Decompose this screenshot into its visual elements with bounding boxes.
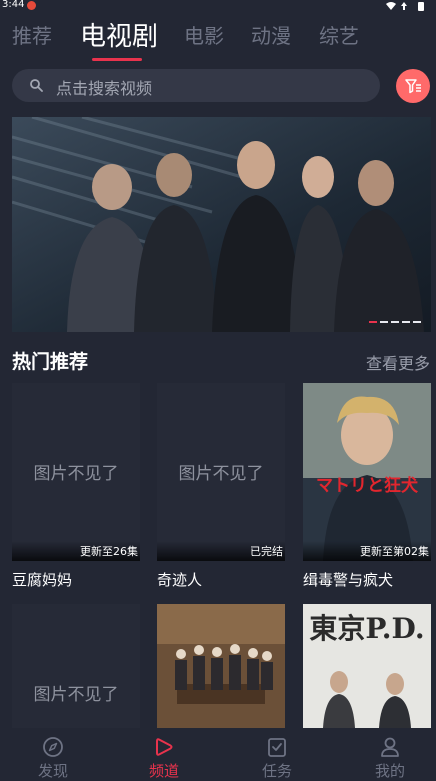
status-time: 3:44 <box>2 0 25 10</box>
poster-placeholder: 图片不见了 已完结 <box>157 383 285 561</box>
nav-label: 任务 <box>261 762 292 780</box>
missing-image-text: 图片不见了 <box>178 464 264 484</box>
category-tabs: 推荐 电视剧 电影 动漫 综艺 <box>0 14 436 61</box>
poster-title-art: マトリと狂犬 <box>316 475 419 496</box>
task-icon <box>268 738 286 757</box>
carousel-indicator <box>366 321 421 324</box>
missing-image-text: 图片不见了 <box>33 685 119 705</box>
carousel-dot[interactable] <box>380 321 388 323</box>
status-bar: 3:44 <box>0 0 436 12</box>
filter-button[interactable] <box>396 69 430 103</box>
tab-recommend[interactable]: 推荐 <box>12 20 52 49</box>
banner-carousel[interactable] <box>12 117 431 332</box>
tab-movies[interactable]: 电影 <box>184 20 224 49</box>
battery-icon <box>418 2 424 11</box>
episode-badge: 更新至26集 <box>80 545 138 558</box>
poster-artwork: 東京P.D. <box>303 604 431 728</box>
video-title: 缉毒警与疯犬 <box>303 571 394 589</box>
play-icon <box>156 738 173 756</box>
carousel-dot[interactable] <box>391 321 399 323</box>
video-title: 奇迹人 <box>157 571 203 589</box>
banner-image <box>12 117 431 332</box>
nav-discover[interactable]: 发现 <box>13 728 93 780</box>
nav-tasks[interactable]: 任务 <box>237 728 317 780</box>
episode-badge: 已完结 <box>250 545 283 558</box>
notification-icon <box>27 1 36 10</box>
search-bar[interactable]: 点击搜索视频 <box>12 69 380 102</box>
poster-image: マトリと狂犬 更新至第02集 <box>303 383 431 561</box>
nav-label: 我的 <box>374 762 405 780</box>
poster-placeholder: 图片不见了 <box>12 604 140 728</box>
active-tab-indicator <box>92 58 142 61</box>
carousel-dot[interactable] <box>402 321 410 323</box>
wifi-icon <box>386 2 396 10</box>
filter-icon <box>405 79 421 94</box>
tab-tv-series[interactable]: 电视剧 <box>80 16 158 53</box>
poster-artwork <box>157 604 285 728</box>
user-icon <box>381 737 399 757</box>
tab-anime[interactable]: 动漫 <box>251 20 291 49</box>
nav-label: 频道 <box>148 762 179 780</box>
search-placeholder: 点击搜索视频 <box>56 79 153 98</box>
poster-artwork: マトリと狂犬 <box>303 383 431 561</box>
missing-image-text: 图片不见了 <box>33 464 119 484</box>
poster-title-art: 東京P.D. <box>309 612 424 645</box>
video-title: 豆腐妈妈 <box>12 571 73 589</box>
compass-icon <box>43 737 63 757</box>
nav-channel[interactable]: 频道 <box>124 728 204 780</box>
section-title: 热门推荐 <box>12 351 89 373</box>
poster-image: 東京P.D. <box>303 604 431 728</box>
poster-image <box>157 604 285 728</box>
status-icons <box>386 2 424 11</box>
tab-variety[interactable]: 综艺 <box>319 20 359 49</box>
carousel-dot[interactable] <box>369 321 377 323</box>
search-icon <box>30 79 43 92</box>
poster-placeholder: 图片不见了 更新至26集 <box>12 383 140 561</box>
airplane-icon <box>401 2 407 10</box>
episode-badge: 更新至第02集 <box>360 545 429 558</box>
nav-profile[interactable]: 我的 <box>350 728 430 780</box>
see-more-link[interactable]: 查看更多 <box>366 350 430 374</box>
carousel-dot[interactable] <box>413 321 421 323</box>
bottom-navigation: 发现 频道 任务 我的 <box>0 728 436 780</box>
nav-label: 发现 <box>37 762 68 780</box>
